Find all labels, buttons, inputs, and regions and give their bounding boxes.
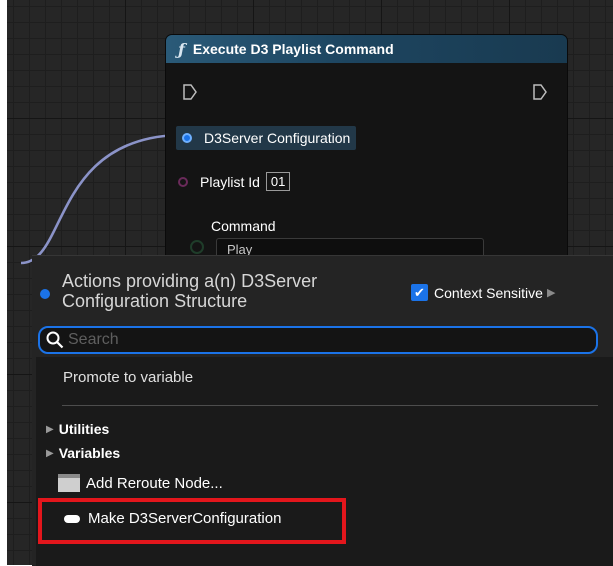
chevron-right-icon[interactable]: ▶ [547, 286, 555, 299]
red-highlight-outline [38, 498, 346, 544]
struct-type-icon [40, 289, 50, 299]
pin-d3server-configuration[interactable]: D3Server Configuration [176, 126, 357, 150]
menu-title: Actions providing a(n) D3Server Configur… [62, 271, 318, 311]
exec-out-pin-icon[interactable] [532, 83, 548, 101]
item-label: Add Reroute Node... [86, 474, 223, 492]
int-pin-icon[interactable] [178, 176, 188, 187]
expand-arrow-icon[interactable]: ▶ [46, 448, 54, 459]
enum-pin-icon[interactable] [190, 240, 204, 254]
add-reroute-node-item[interactable]: Add Reroute Node... [58, 474, 223, 492]
search-placeholder: Search [68, 331, 119, 348]
category-variables[interactable]: ▶ Variables [46, 445, 120, 461]
pin-playlist-id[interactable]: Playlist Id 01 [178, 172, 291, 191]
search-icon [46, 331, 64, 349]
struct-pin-icon[interactable] [182, 133, 192, 143]
pin-label-command: Command [211, 218, 276, 234]
reroute-node-icon [58, 474, 80, 492]
search-input[interactable]: Search [38, 326, 598, 354]
context-sensitive-label: Context Sensitive [434, 284, 543, 301]
node-title: Execute D3 Playlist Command [192, 41, 394, 57]
promote-to-variable-item[interactable]: Promote to variable [63, 369, 193, 386]
category-label: Utilities [58, 421, 110, 437]
context-sensitive-toggle[interactable]: ✔ Context Sensitive ▶ [411, 284, 555, 301]
playlist-id-field[interactable]: 01 [265, 172, 291, 191]
expand-arrow-icon[interactable]: ▶ [46, 424, 54, 435]
pin-label-playlist: Playlist Id [200, 173, 260, 190]
function-icon: ƒ [178, 39, 185, 59]
execute-playlist-node[interactable]: ƒ Execute D3 Playlist Command D3Server C… [166, 35, 567, 275]
menu-divider [62, 405, 598, 406]
checkbox-checked-icon[interactable]: ✔ [411, 284, 428, 301]
node-header[interactable]: ƒ Execute D3 Playlist Command [166, 35, 567, 63]
category-label: Variables [58, 445, 121, 461]
category-utilities[interactable]: ▶ Utilities [46, 421, 109, 437]
exec-in-pin-icon[interactable] [182, 83, 198, 101]
pin-label-config: D3Server Configuration [204, 130, 351, 146]
